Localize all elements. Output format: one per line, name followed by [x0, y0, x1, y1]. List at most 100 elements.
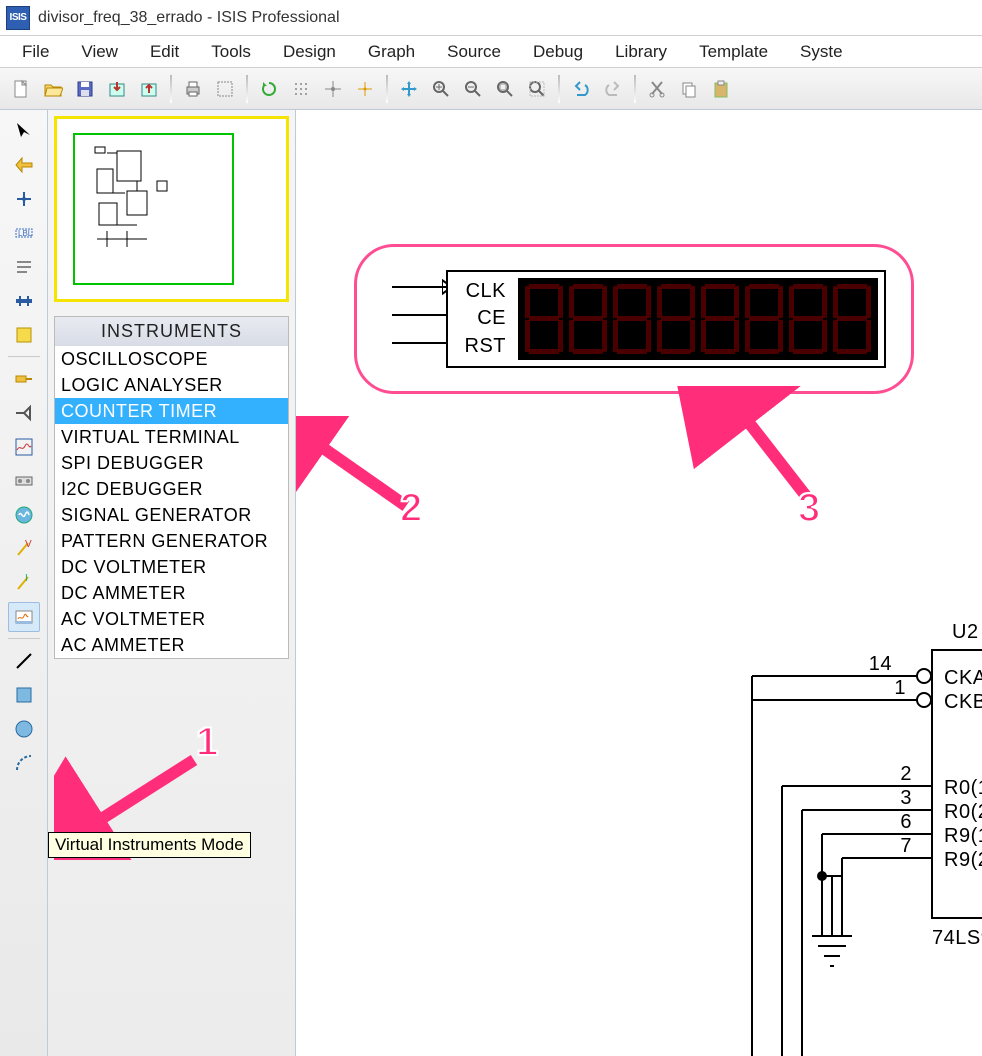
- instrument-item[interactable]: DC AMMETER: [55, 580, 288, 606]
- menu-debug[interactable]: Debug: [517, 38, 599, 66]
- circle-button[interactable]: [8, 714, 40, 744]
- toolbar-separator: [634, 75, 636, 103]
- label-button[interactable]: LBL: [8, 218, 40, 248]
- pin-rst: RST: [465, 335, 507, 358]
- menu-source[interactable]: Source: [431, 38, 517, 66]
- zoom-all-button[interactable]: [490, 74, 520, 104]
- menu-file[interactable]: File: [6, 38, 65, 66]
- annotation-arrow-3: [676, 386, 846, 526]
- instrument-item[interactable]: DC VOLTMETER: [55, 554, 288, 580]
- virtual-instruments-button[interactable]: [8, 602, 40, 632]
- side-separator: [8, 638, 40, 640]
- annotation-number-3: 3: [798, 486, 820, 531]
- instrument-item[interactable]: OSCILLOSCOPE: [55, 346, 288, 372]
- seven-segment-display: [518, 278, 878, 360]
- svg-text:CKB: CKB: [944, 691, 982, 713]
- instrument-item[interactable]: COUNTER TIMER: [55, 398, 288, 424]
- instrument-item[interactable]: AC AMMETER: [55, 632, 288, 658]
- selection-mode-button[interactable]: [8, 116, 40, 146]
- paste-button[interactable]: [706, 74, 736, 104]
- copy-button[interactable]: [674, 74, 704, 104]
- instrument-item[interactable]: VIRTUAL TERMINAL: [55, 424, 288, 450]
- terminal-button[interactable]: [8, 364, 40, 394]
- current-probe-button[interactable]: I: [8, 568, 40, 598]
- window-title: divisor_freq_38_errado - ISIS Profession…: [38, 9, 340, 27]
- instrument-item[interactable]: AC VOLTMETER: [55, 606, 288, 632]
- area-button[interactable]: [210, 74, 240, 104]
- menu-library[interactable]: Library: [599, 38, 683, 66]
- tape-button[interactable]: [8, 466, 40, 496]
- zoom-area-button[interactable]: [522, 74, 552, 104]
- annotation-number-2: 2: [400, 486, 422, 531]
- tooltip: Virtual Instruments Mode: [48, 832, 251, 858]
- wire: [392, 286, 448, 288]
- menu-design[interactable]: Design: [267, 38, 352, 66]
- svg-text:CKA: CKA: [944, 667, 982, 689]
- box-button[interactable]: [8, 680, 40, 710]
- import-button[interactable]: [102, 74, 132, 104]
- bus-button[interactable]: [8, 286, 40, 316]
- svg-text:3: 3: [900, 787, 912, 809]
- cut-button[interactable]: [642, 74, 672, 104]
- side-separator: [8, 356, 40, 358]
- svg-text:74LS9: 74LS9: [932, 927, 982, 949]
- svg-text:1: 1: [894, 677, 906, 699]
- toolbar-separator: [386, 75, 388, 103]
- new-button[interactable]: [6, 74, 36, 104]
- menu-system[interactable]: Syste: [784, 38, 859, 66]
- svg-text:R9(1: R9(1: [944, 825, 982, 847]
- generator-button[interactable]: [8, 500, 40, 530]
- pin-ce: CE: [477, 307, 506, 330]
- app-icon: ISIS: [6, 6, 30, 30]
- menu-view[interactable]: View: [65, 38, 134, 66]
- svg-text:R0(2: R0(2: [944, 801, 982, 823]
- export-button[interactable]: [134, 74, 164, 104]
- instrument-item[interactable]: SPI DEBUGGER: [55, 450, 288, 476]
- wire: [392, 342, 448, 344]
- voltage-probe-button[interactable]: V: [8, 534, 40, 564]
- instruments-list[interactable]: OSCILLOSCOPELOGIC ANALYSERCOUNTER TIMERV…: [55, 346, 288, 658]
- menu-graph[interactable]: Graph: [352, 38, 431, 66]
- menu-edit[interactable]: Edit: [134, 38, 195, 66]
- menu-tools[interactable]: Tools: [195, 38, 267, 66]
- svg-text:6: 6: [900, 811, 912, 833]
- text-button[interactable]: [8, 252, 40, 282]
- svg-text:V: V: [25, 539, 32, 550]
- menu-template[interactable]: Template: [683, 38, 784, 66]
- zoom-out-button[interactable]: [458, 74, 488, 104]
- toolbar-separator: [246, 75, 248, 103]
- component-mode-button[interactable]: [8, 150, 40, 180]
- redo-button[interactable]: [598, 74, 628, 104]
- grid-button[interactable]: [286, 74, 316, 104]
- instrument-item[interactable]: I2C DEBUGGER: [55, 476, 288, 502]
- instrument-item[interactable]: PATTERN GENERATOR: [55, 528, 288, 554]
- line-button[interactable]: [8, 646, 40, 676]
- zoom-in-button[interactable]: [426, 74, 456, 104]
- arc-button[interactable]: [8, 748, 40, 778]
- counter-timer-component[interactable]: CLK CE RST: [446, 270, 886, 368]
- graph-button[interactable]: [8, 432, 40, 462]
- instrument-item[interactable]: LOGIC ANALYSER: [55, 372, 288, 398]
- menu-bar: File View Edit Tools Design Graph Source…: [0, 36, 982, 68]
- annotation-number-1: 1: [196, 720, 218, 765]
- print-button[interactable]: [178, 74, 208, 104]
- overview-window[interactable]: [54, 116, 289, 302]
- svg-text:I: I: [25, 573, 28, 584]
- open-button[interactable]: [38, 74, 68, 104]
- refresh-button[interactable]: [254, 74, 284, 104]
- save-button[interactable]: [70, 74, 100, 104]
- origin-button[interactable]: [318, 74, 348, 104]
- canvas[interactable]: CLK CE RST 2 3 U2 74LS9 CKA 14 CKB 1: [296, 110, 982, 1056]
- svg-text:2: 2: [900, 763, 912, 785]
- pan-button[interactable]: [394, 74, 424, 104]
- pin-button[interactable]: [8, 398, 40, 428]
- schematic-fragment: U2 74LS9 CKA 14 CKB 1 R0(12 R0(23 R9(16 …: [452, 596, 982, 1056]
- junction-button[interactable]: [8, 184, 40, 214]
- wire: [392, 314, 448, 316]
- crosshair-button[interactable]: [350, 74, 380, 104]
- svg-text:R0(1: R0(1: [944, 777, 982, 799]
- instruments-panel: INSTRUMENTS OSCILLOSCOPELOGIC ANALYSERCO…: [54, 316, 289, 659]
- subcircuit-button[interactable]: [8, 320, 40, 350]
- instrument-item[interactable]: SIGNAL GENERATOR: [55, 502, 288, 528]
- undo-button[interactable]: [566, 74, 596, 104]
